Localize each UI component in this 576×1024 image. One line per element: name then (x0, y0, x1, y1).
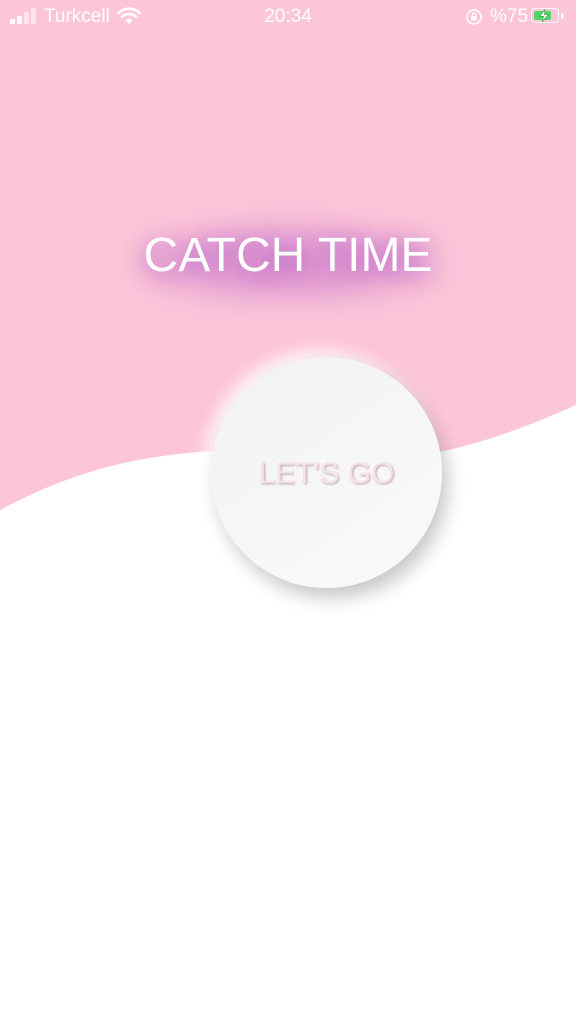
status-bar: Turkcell 20:34 %75 (0, 0, 576, 34)
app-title: CATCH TIME (143, 229, 433, 282)
lets-go-button[interactable]: LET'S GO (211, 357, 442, 588)
lets-go-label: LET'S GO (258, 457, 395, 490)
battery-tip (561, 13, 564, 19)
rotation-lock-icon (466, 9, 482, 25)
battery-percentage: %75 (490, 6, 529, 27)
app-screen: Turkcell 20:34 %75 CATCH TIME LET'S GO (0, 0, 576, 1024)
charging-bolt-icon (538, 9, 550, 22)
